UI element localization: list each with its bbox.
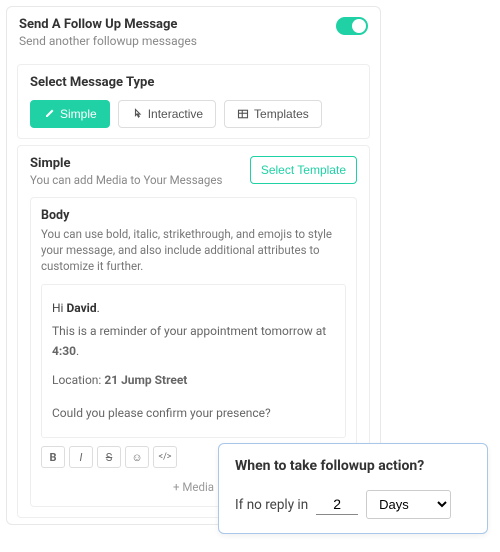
popup-title: When to take followup action? (235, 458, 471, 474)
line2b: 4:30 (52, 344, 76, 358)
bold-button[interactable]: B (41, 446, 65, 468)
grid-icon (237, 108, 249, 120)
templates-type-button[interactable]: Templates (224, 100, 322, 128)
card-header: Send A Follow Up Message Send another fo… (7, 7, 380, 58)
body-title: Body (41, 208, 346, 223)
message-type-title: Select Message Type (30, 75, 357, 90)
card-title: Send A Follow Up Message (19, 17, 336, 32)
edit-icon (43, 108, 55, 120)
select-template-button[interactable]: Select Template (250, 156, 357, 184)
message-type-section: Select Message Type Simple Interactive T… (17, 64, 370, 139)
line4: Could you please confirm your presence? (52, 404, 335, 423)
interactive-type-label: Interactive (148, 107, 203, 121)
body-desc: You can use bold, italic, strikethrough,… (41, 226, 346, 274)
line3a: Location: (52, 373, 104, 387)
popup-label: If no reply in (235, 497, 308, 513)
delay-input[interactable] (316, 494, 358, 515)
simple-subtitle: You can add Media to Your Messages (30, 173, 222, 187)
simple-type-button[interactable]: Simple (30, 100, 110, 128)
italic-button[interactable]: I (69, 446, 93, 468)
followup-timing-popup: When to take followup action? If no repl… (218, 443, 488, 534)
interactive-type-button[interactable]: Interactive (118, 100, 216, 128)
templates-type-label: Templates (254, 107, 309, 121)
greeting-prefix: Hi (52, 301, 66, 315)
message-type-buttons: Simple Interactive Templates (30, 100, 357, 128)
pointer-icon (131, 108, 143, 120)
delay-unit-select[interactable]: Days (366, 490, 451, 519)
code-button[interactable]: </> (153, 446, 177, 468)
message-editor[interactable]: Hi David. This is a reminder of your app… (41, 284, 346, 438)
simple-type-label: Simple (60, 107, 97, 121)
greeting-name: David (66, 301, 96, 315)
simple-title: Simple (30, 156, 222, 171)
strike-button[interactable]: S (97, 446, 121, 468)
line2a: This is a reminder of your appointment t… (52, 324, 326, 338)
enable-toggle[interactable] (336, 17, 368, 35)
card-subtitle: Send another followup messages (19, 34, 336, 48)
emoji-button[interactable]: ☺ (125, 446, 149, 468)
line3b: 21 Jump Street (104, 373, 187, 387)
